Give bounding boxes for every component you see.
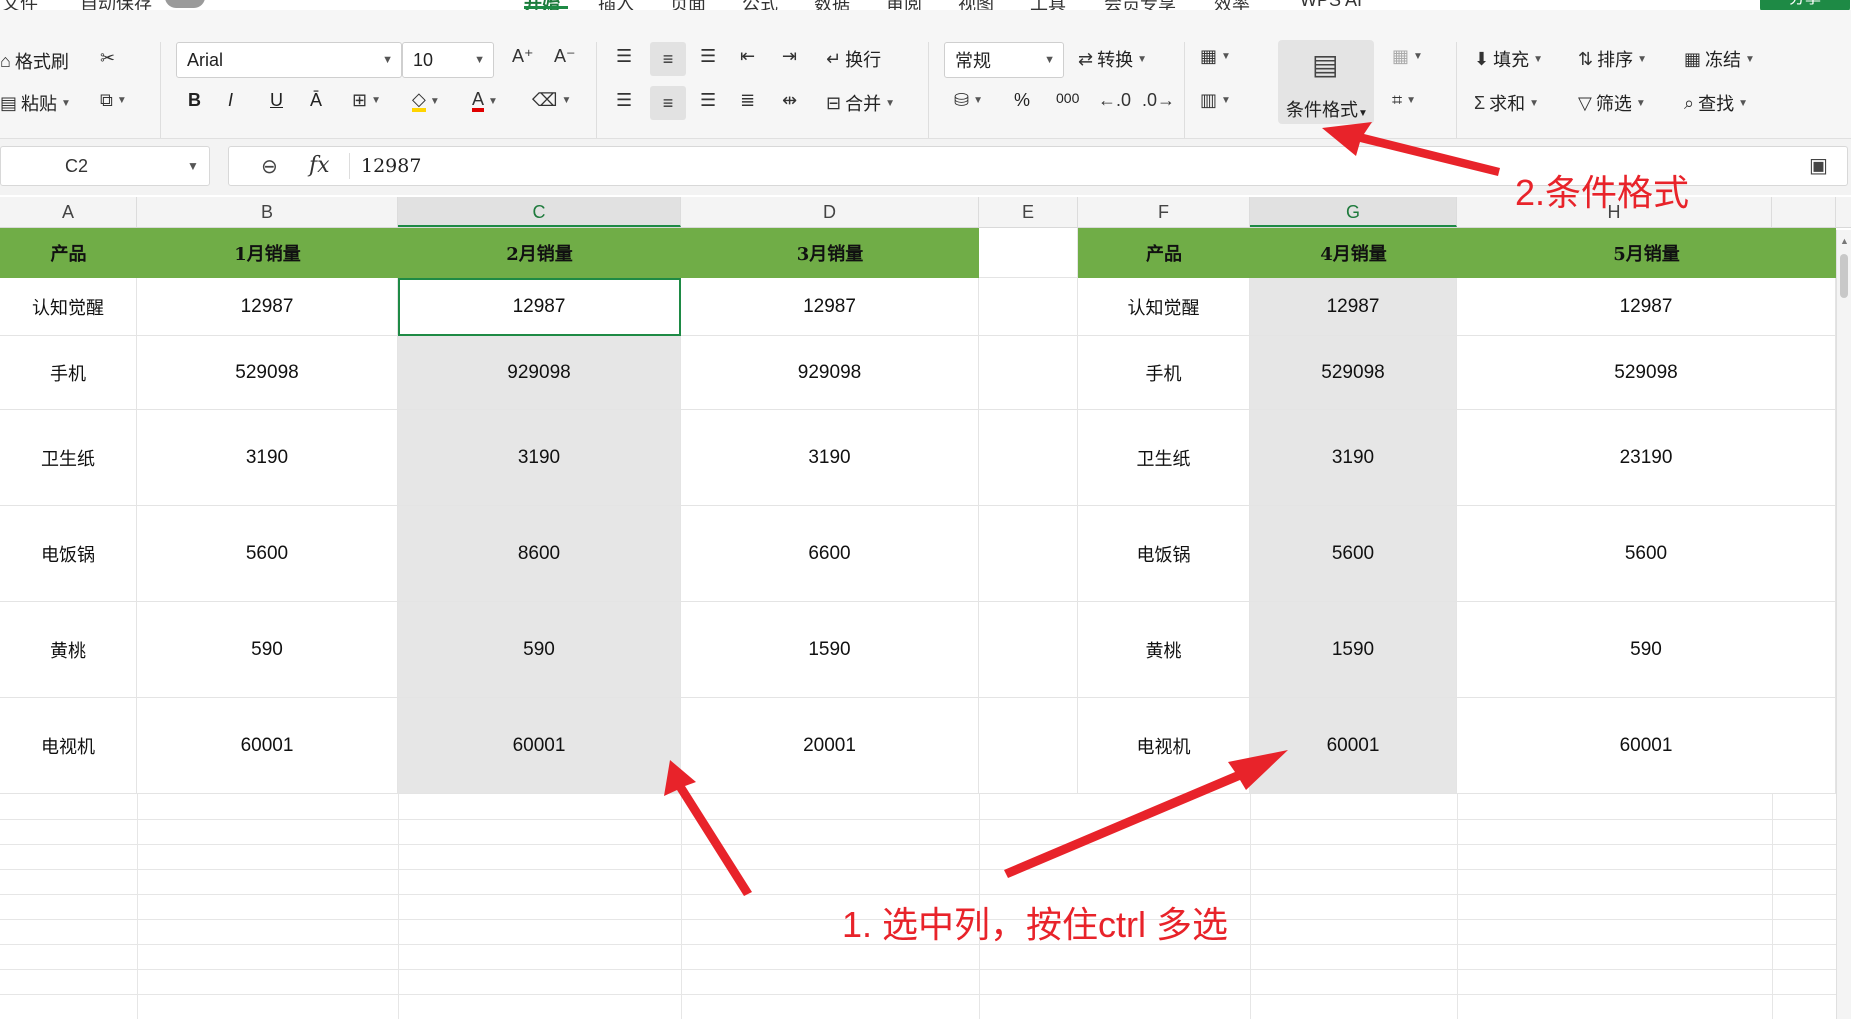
annotation-arrows [664, 122, 1500, 896]
arrow-to-column-g [1004, 750, 1288, 878]
annotation-step2: 2.条件格式 [1515, 172, 1690, 213]
arrow-to-column-c [664, 760, 752, 896]
annotation-step1: 1. 选中列，按住ctrl 多选 [842, 904, 1229, 945]
arrow-to-conditional-format [1322, 122, 1500, 176]
